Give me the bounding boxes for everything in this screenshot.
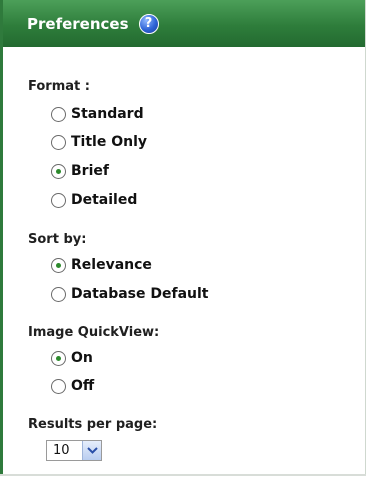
help-icon[interactable]: ? (138, 13, 159, 34)
quickview-label: Image QuickView: (28, 325, 160, 340)
option-label: Brief (71, 163, 109, 179)
radio-detailed[interactable] (51, 192, 66, 208)
radio-title-only[interactable] (51, 134, 66, 150)
option-label: Title Only (71, 134, 148, 150)
radio-relevance[interactable] (51, 257, 66, 273)
option-label: Relevance (71, 257, 152, 273)
sort-option-database-default[interactable]: Database Default (51, 286, 209, 302)
quickview-option-on[interactable]: On (51, 350, 93, 366)
help-glyph: ? (144, 16, 153, 31)
format-option-standard[interactable]: Standard (51, 106, 144, 122)
sort-option-relevance[interactable]: Relevance (51, 257, 152, 273)
results-per-page-value: 10 (53, 443, 70, 458)
preferences-header: Preferences ? (3, 0, 365, 47)
panel-bottom-divider (0, 474, 366, 476)
quickview-option-off[interactable]: Off (51, 378, 94, 394)
radio-brief[interactable] (51, 163, 66, 179)
results-per-page-label: Results per page: (28, 417, 158, 432)
results-per-page-select[interactable]: 10 (46, 440, 102, 461)
option-label: Database Default (71, 286, 209, 302)
option-label: Standard (71, 106, 144, 122)
radio-off[interactable] (51, 378, 66, 394)
radio-database-default[interactable] (51, 286, 66, 302)
format-option-detailed[interactable]: Detailed (51, 192, 137, 208)
chevron-down-icon[interactable] (82, 441, 101, 460)
sort-label: Sort by: (28, 232, 87, 247)
preferences-panel: Preferences ? Format : Standard Title On… (0, 0, 366, 474)
option-label: Off (71, 378, 95, 394)
option-label: Detailed (71, 192, 138, 208)
format-option-brief[interactable]: Brief (51, 163, 109, 179)
format-option-title-only[interactable]: Title Only (51, 134, 147, 150)
radio-standard[interactable] (51, 106, 66, 122)
option-label: On (71, 350, 93, 366)
radio-on[interactable] (51, 350, 66, 366)
format-label: Format : (28, 79, 90, 94)
panel-title: Preferences (27, 14, 129, 33)
